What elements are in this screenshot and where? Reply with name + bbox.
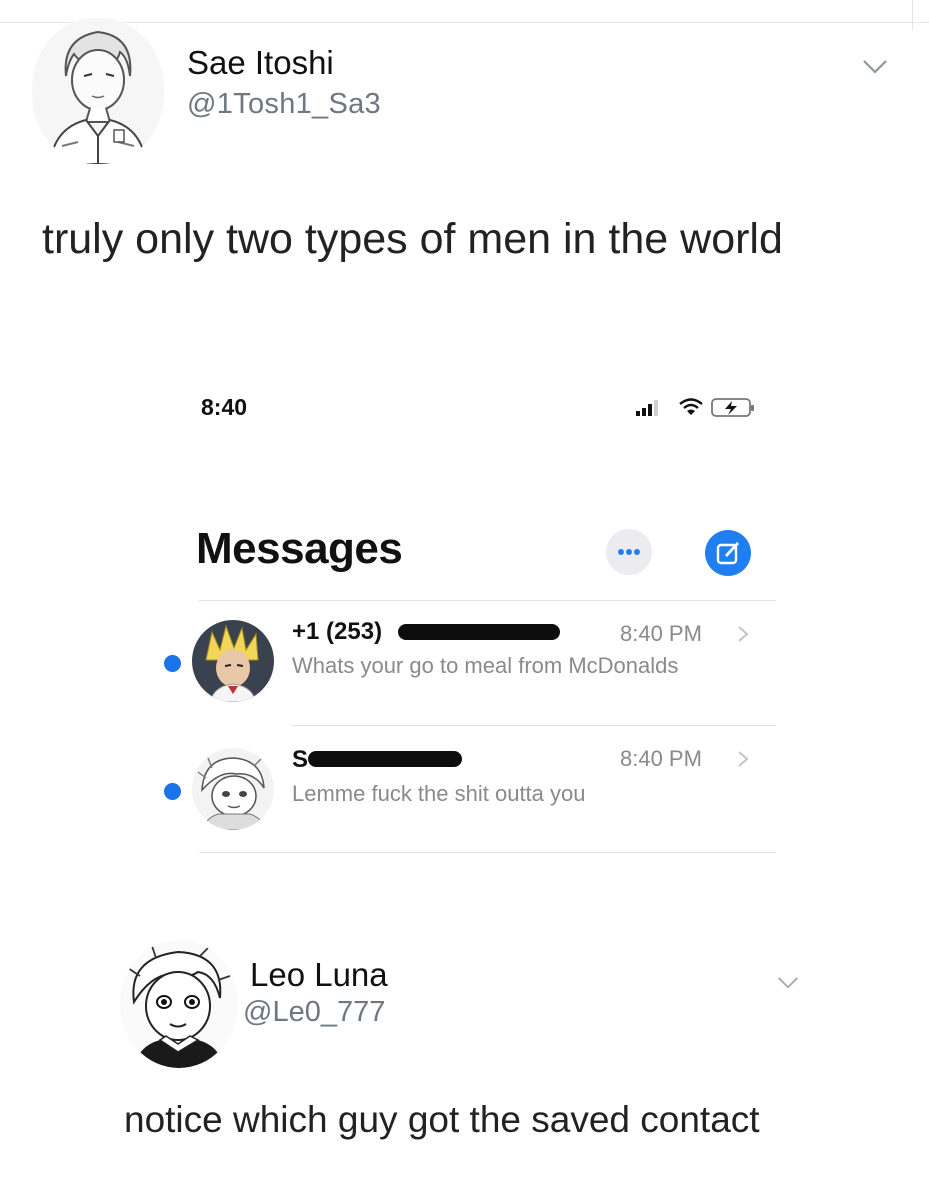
list-divider xyxy=(199,600,776,601)
spiky-hair-avatar-icon[interactable] xyxy=(192,620,274,702)
tweet-text: notice which guy got the saved contact xyxy=(124,1099,760,1140)
conversation-time: 8:40 PM xyxy=(620,621,702,646)
wifi-icon xyxy=(679,398,703,415)
redaction-mark xyxy=(398,624,560,640)
signal-icon xyxy=(636,400,658,416)
conversation-preview: Lemme fuck the shit outta you xyxy=(292,781,586,806)
ellipsis-icon[interactable] xyxy=(606,529,652,575)
manga-face-avatar-icon[interactable] xyxy=(192,748,274,830)
manga-boy-avatar-icon[interactable] xyxy=(120,940,238,1068)
status-bar-icons xyxy=(634,396,774,418)
list-divider xyxy=(199,852,776,853)
redaction-mark xyxy=(308,751,462,767)
tweet-text: truly only two types of men in the world xyxy=(42,215,783,263)
top-divider xyxy=(0,22,929,23)
chevron-right-icon[interactable] xyxy=(737,625,749,643)
tweet-author-handle[interactable]: @1Tosh1_Sa3 xyxy=(187,88,381,121)
conversation-name: +1 (253) xyxy=(292,618,383,645)
list-divider xyxy=(292,725,776,726)
tweet-screenshot-page: Sae Itoshi @1Tosh1_Sa3 truly only two ty… xyxy=(0,0,929,1200)
chevron-right-icon[interactable] xyxy=(737,750,749,768)
tweet-author-handle[interactable]: @Le0_777 xyxy=(243,996,385,1029)
conversation-name: S xyxy=(292,746,309,773)
conversation-preview: Whats your go to meal from McDonalds xyxy=(292,653,679,678)
anime-boy-avatar-icon[interactable] xyxy=(32,18,164,164)
chevron-down-icon[interactable] xyxy=(777,975,799,991)
unread-indicator xyxy=(164,783,181,800)
conversation-time: 8:40 PM xyxy=(620,746,702,771)
embedded-messages-screenshot: 8:40 Messages +1 (253) 8:40 PM Whats you… xyxy=(164,382,776,872)
tweet-author-name[interactable]: Sae Itoshi xyxy=(187,44,334,82)
unread-indicator xyxy=(164,655,181,672)
battery-charging-icon xyxy=(711,398,754,417)
chevron-down-icon[interactable] xyxy=(862,58,888,76)
messages-title: Messages xyxy=(196,524,403,573)
tweet-author-name[interactable]: Leo Luna xyxy=(250,956,388,994)
right-edge-divider xyxy=(912,0,913,30)
status-bar-time: 8:40 xyxy=(201,394,248,420)
compose-icon[interactable] xyxy=(705,530,751,576)
